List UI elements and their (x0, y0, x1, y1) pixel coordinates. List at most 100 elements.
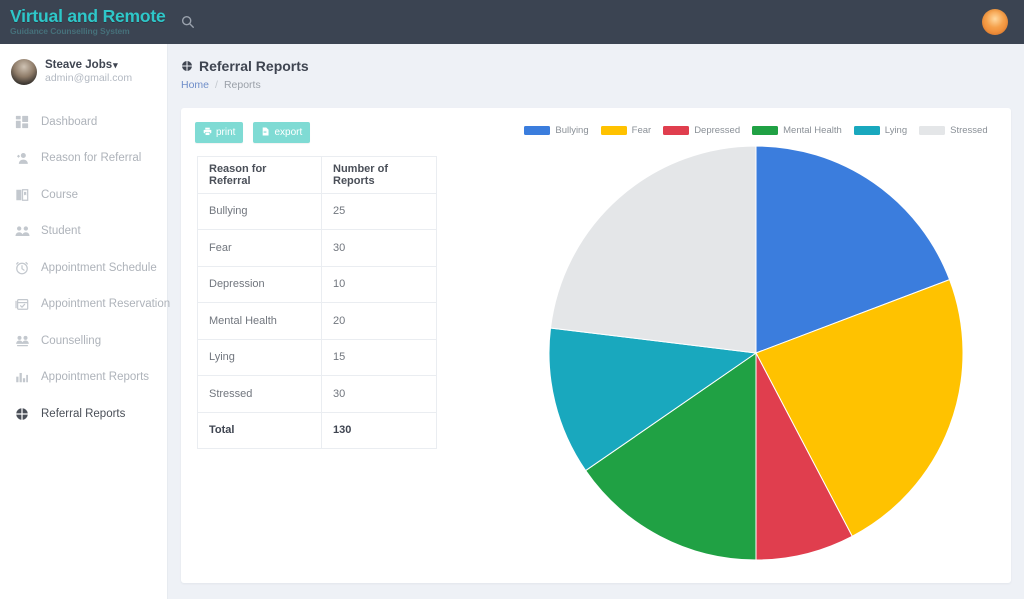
table-row: Stressed 30 (198, 376, 437, 413)
pie-chart-area: Bullying Fear Depressed Mental Health Lying S… (511, 116, 1001, 571)
legend-item[interactable]: Bullying (524, 125, 588, 136)
sidebar-item-label: Counselling (41, 335, 101, 347)
sidebar-item-appointment-reports[interactable]: Appointment Reports (0, 359, 167, 396)
profile-email: admin@gmail.com (45, 72, 132, 85)
legend-swatch (854, 126, 880, 135)
breadcrumb-separator: / (215, 79, 218, 91)
cell-total-value: 130 (322, 412, 437, 449)
export-button-label: export (274, 127, 302, 138)
sidebar-item-label: Appointment Reports (41, 371, 149, 383)
export-button[interactable]: export (253, 122, 310, 143)
cell-count: 15 (322, 339, 437, 376)
sidebar-item-dashboard[interactable]: Dashboard (0, 104, 167, 141)
file-export-icon (261, 127, 274, 139)
brand-logo[interactable]: Virtual and Remote Guidance Counselling … (0, 0, 168, 44)
avatar[interactable] (982, 9, 1008, 35)
sidebar-item-appointment-schedule[interactable]: Appointment Schedule (0, 250, 167, 287)
table-head: Reason for Referral Number of Reports (198, 157, 437, 194)
cell-count: 30 (322, 230, 437, 267)
printer-icon (203, 127, 216, 139)
sidebar-item-appointment-reservation[interactable]: Appointment Reservation (0, 286, 167, 323)
legend-label: Depressed (694, 125, 740, 136)
breadcrumb-home[interactable]: Home (181, 79, 209, 91)
brand-subtitle: Guidance Counselling System (10, 26, 168, 36)
cell-total-label: Total (198, 412, 322, 449)
breadcrumb: Home / Reports (181, 79, 1024, 91)
legend-label: Stressed (950, 125, 988, 136)
sidebar-item-label: Reason for Referral (41, 152, 141, 164)
pie-slice[interactable] (551, 146, 756, 353)
table-header-row: Reason for Referral Number of Reports (198, 157, 437, 194)
legend-item[interactable]: Depressed (663, 125, 740, 136)
legend-label: Lying (885, 125, 907, 136)
column-header-count: Number of Reports (322, 157, 437, 194)
legend-swatch (601, 126, 627, 135)
legend-item[interactable]: Mental Health (752, 125, 842, 136)
sidebar-item-label: Referral Reports (41, 408, 125, 420)
reports-table-wrap: Reason for Referral Number of Reports Bu… (197, 156, 437, 449)
sidebar-item-course[interactable]: Course (0, 177, 167, 214)
table-row: Depression 10 (198, 266, 437, 303)
legend-item[interactable]: Fear (601, 125, 652, 136)
table-row: Bullying 25 (198, 193, 437, 230)
top-navbar: Virtual and Remote Guidance Counselling … (0, 0, 1024, 44)
sidebar-item-counselling[interactable]: Counselling (0, 323, 167, 360)
users-icon (15, 224, 35, 238)
sidebar-item-label: Course (41, 189, 78, 201)
cell-count: 25 (322, 193, 437, 230)
table-row: Mental Health 20 (198, 303, 437, 340)
profile-text: Steave Jobs▾ admin@gmail.com (45, 58, 132, 86)
cell-count: 10 (322, 266, 437, 303)
main-content: Referral Reports Home / Reports print (168, 44, 1024, 599)
print-button[interactable]: print (195, 122, 243, 143)
sidebar: Steave Jobs▾ admin@gmail.com Dashboard (0, 44, 168, 599)
profile-avatar (11, 59, 37, 85)
pie-chart-icon (181, 60, 193, 72)
brand-title: Virtual and Remote (10, 8, 168, 25)
cell-reason: Lying (198, 339, 322, 376)
legend-swatch (752, 126, 778, 135)
table-row: Fear 30 (198, 230, 437, 267)
page-title: Referral Reports (181, 58, 1024, 74)
pie-chart[interactable] (545, 142, 967, 564)
sidebar-item-reason-for-referral[interactable]: Reason for Referral (0, 140, 167, 177)
column-header-reason: Reason for Referral (198, 157, 322, 194)
sidebar-item-label: Dashboard (41, 116, 97, 128)
legend-swatch (663, 126, 689, 135)
legend-label: Mental Health (783, 125, 842, 136)
report-card: print export Reason for Referral (181, 108, 1011, 583)
report-toolbar: print export (195, 122, 310, 143)
dashboard-grid-icon (15, 115, 35, 129)
search-icon[interactable] (168, 0, 208, 44)
table-row: Lying 15 (198, 339, 437, 376)
legend-item[interactable]: Stressed (919, 125, 988, 136)
cell-count: 30 (322, 376, 437, 413)
reports-table: Reason for Referral Number of Reports Bu… (197, 156, 437, 449)
cell-reason: Stressed (198, 376, 322, 413)
clock-icon (15, 261, 35, 275)
print-button-label: print (216, 127, 235, 138)
sidebar-item-referral-reports[interactable]: Referral Reports (0, 396, 167, 433)
cell-count: 20 (322, 303, 437, 340)
legend-label: Fear (632, 125, 652, 136)
page-title-text: Referral Reports (199, 58, 309, 74)
table-total-row: Total 130 (198, 412, 437, 449)
profile-name: Steave Jobs (45, 59, 112, 71)
legend-swatch (919, 126, 945, 135)
calendar-check-icon (15, 297, 35, 311)
sidebar-profile[interactable]: Steave Jobs▾ admin@gmail.com (0, 44, 167, 98)
sidebar-item-student[interactable]: Student (0, 213, 167, 250)
legend-item[interactable]: Lying (854, 125, 907, 136)
chart-legend: Bullying Fear Depressed Mental Health Lying S… (511, 116, 1001, 138)
bar-chart-icon (15, 370, 35, 384)
table-body: Bullying 25 Fear 30 Depression 10 Mental… (198, 193, 437, 449)
cell-reason: Mental Health (198, 303, 322, 340)
page-header: Referral Reports Home / Reports (168, 44, 1024, 91)
sidebar-item-label: Appointment Schedule (41, 262, 157, 274)
cell-reason: Bullying (198, 193, 322, 230)
cell-reason: Depression (198, 266, 322, 303)
sidebar-menu: Dashboard Reason for Referral (0, 104, 167, 433)
legend-label: Bullying (555, 125, 588, 136)
chevron-down-icon[interactable]: ▾ (113, 60, 118, 70)
user-plus-icon (15, 151, 35, 165)
